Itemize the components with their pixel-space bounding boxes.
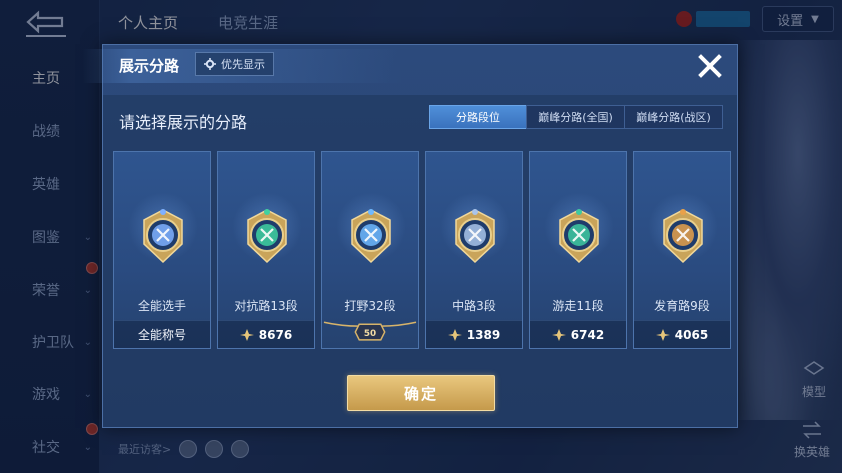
lane-name: 游走11段 [552,299,604,313]
allround-emblem-icon [143,209,183,264]
priority-display-button[interactable]: 优先显示 [195,52,274,76]
lane-card-footer: 8676 [218,320,314,348]
farm-lane-emblem-icon [663,209,703,264]
mid-lane-emblem-icon [455,209,495,264]
battle-points-icon [551,328,566,341]
lane-name: 打野32段 [344,299,396,313]
lane-card[interactable]: 对抗路13段 8676 [217,151,315,349]
gear-icon [204,58,216,70]
segment-tabs: 分路段位 巅峰分路(全国) 巅峰分路(战区) [429,105,723,129]
jungle-emblem-icon [351,209,391,264]
clash-lane-emblem-icon [247,209,287,264]
rank-star-count: 50 [364,329,376,339]
tab-peak-national[interactable]: 巅峰分路(全国) [526,105,625,129]
rank-star-badge-icon: 50 [323,321,417,341]
roam-emblem-icon [559,209,599,264]
battle-points-value: 6742 [570,327,605,342]
lane-card[interactable]: 全能选手 全能称号 [113,151,211,349]
battle-points-icon [655,328,670,341]
lane-name: 中路3段 [452,299,496,313]
lane-card-footer: 6742 [530,320,626,348]
battle-points-value: 4065 [674,327,709,342]
lane-card-footer: 4065 [634,320,730,348]
battle-points-value: 8676 [258,327,293,342]
battle-points-value: 1389 [466,327,501,342]
lane-card[interactable]: 打野32段 50 [321,151,419,349]
lane-name: 发育路9段 [654,299,710,313]
confirm-button[interactable]: 确定 [347,375,495,411]
tab-peak-region[interactable]: 巅峰分路(战区) [624,105,723,129]
close-icon[interactable] [695,51,725,81]
lane-card[interactable]: 发育路9段 4065 [633,151,731,349]
battle-points-icon [239,328,254,341]
tab-lane-rank[interactable]: 分路段位 [429,105,527,129]
lane-display-modal: 展示分路 优先显示 请选择展示的分路 分路段位 巅峰分路(全国) 巅峰分路(战区… [83,44,738,428]
lane-name: 对抗路13段 [234,299,298,313]
lane-card-footer: 全能称号 [114,320,210,348]
allround-title-label: 全能称号 [137,328,186,342]
lane-card[interactable]: 游走11段 6742 [529,151,627,349]
select-lane-prompt: 请选择展示的分路 [119,113,248,132]
battle-points-icon [447,328,462,341]
modal-title: 展示分路 [119,57,180,75]
priority-label: 优先显示 [221,58,265,71]
lane-card-footer: 1389 [426,320,522,348]
lane-card[interactable]: 中路3段 1389 [425,151,523,349]
lane-name: 全能选手 [137,299,186,313]
